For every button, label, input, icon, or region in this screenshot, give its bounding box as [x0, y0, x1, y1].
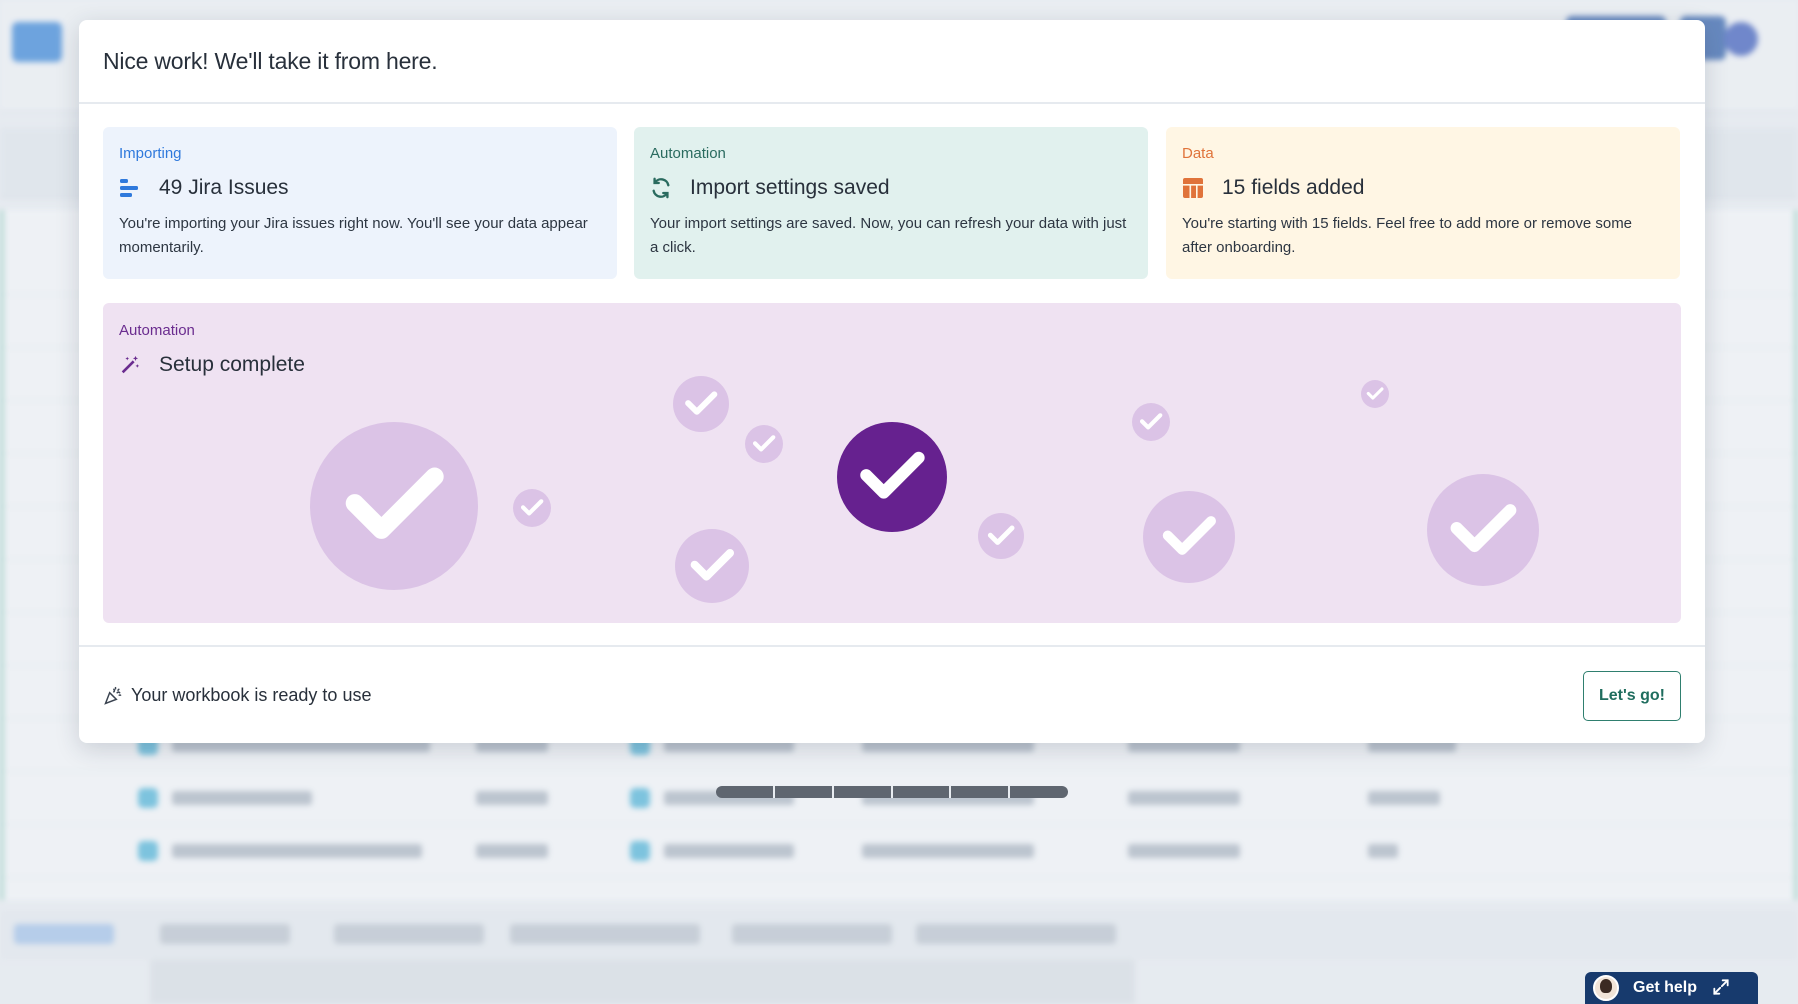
card-description: You're starting with 15 fields. Feel fre… [1182, 215, 1633, 256]
check-circle-icon [978, 513, 1024, 559]
horizontal-scrollbar[interactable] [716, 786, 1068, 798]
onboarding-complete-modal: Nice work! We'll take it from here. Impo… [79, 20, 1705, 743]
card-heading: 49 Jira Issues [159, 176, 289, 199]
lets-go-button[interactable]: Let's go! [1583, 671, 1681, 721]
card-category: Automation [650, 145, 726, 162]
check-circle-icon [745, 425, 783, 463]
card-description: Your import settings are saved. Now, you… [650, 215, 1127, 256]
check-circle-icon [673, 376, 729, 432]
divider [79, 102, 1705, 104]
check-circle-icon [513, 489, 551, 527]
footer-message: Your workbook is ready to use [103, 685, 371, 706]
import-bars-icon [119, 177, 141, 199]
check-circle-icon [675, 529, 749, 603]
support-avatar [1593, 975, 1619, 1001]
importing-card: Importing 49 Jira Issues You're importin… [103, 127, 617, 279]
check-circle-icon [1361, 380, 1389, 408]
get-help-label: Get help [1633, 979, 1698, 996]
get-help-widget[interactable]: Get help [1585, 972, 1758, 1004]
modal-title: Nice work! We'll take it from here. [103, 48, 438, 74]
setup-complete-panel: Automation Setup complete [103, 303, 1681, 623]
party-popper-icon [103, 686, 123, 706]
card-description: You're importing your Jira issues right … [119, 215, 588, 256]
card-category: Importing [119, 145, 182, 162]
expand-icon[interactable] [1711, 977, 1733, 999]
card-heading: Import settings saved [690, 176, 890, 199]
check-circle-primary-icon [837, 422, 947, 532]
table-icon [1182, 177, 1204, 199]
checkmark-illustration [310, 376, 1539, 603]
footer-text: Your workbook is ready to use [131, 685, 372, 705]
check-circle-icon [1427, 474, 1539, 586]
refresh-icon [650, 177, 672, 199]
check-circle-icon [1143, 491, 1235, 583]
import-settings-card: Automation Import settings saved Your im… [634, 127, 1148, 279]
check-circle-icon [310, 422, 478, 590]
divider [79, 645, 1705, 647]
card-category: Data [1182, 145, 1214, 162]
check-circle-icon [1132, 403, 1170, 441]
card-heading: 15 fields added [1222, 176, 1365, 199]
fields-added-card: Data 15 fields added You're starting wit… [1166, 127, 1680, 279]
